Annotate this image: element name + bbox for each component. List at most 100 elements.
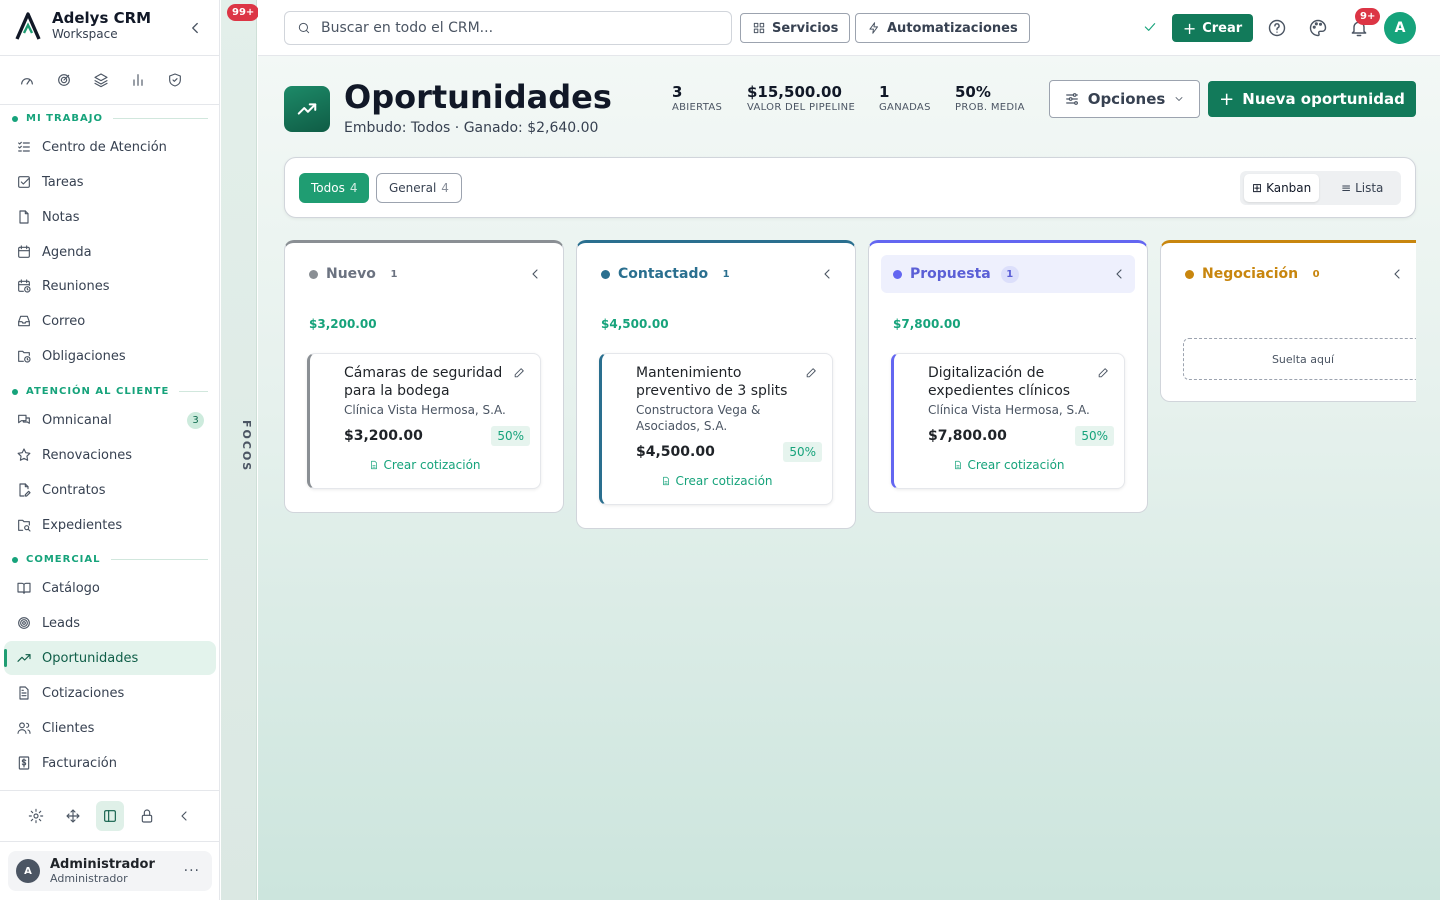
search-input[interactable] (321, 20, 701, 36)
list-icon: ≡ (1341, 181, 1352, 195)
brand[interactable]: Adelys CRM Workspace (14, 10, 151, 42)
settings-icon[interactable] (22, 801, 50, 831)
sidebar-item-renovaciones[interactable]: Renovaciones (4, 438, 216, 472)
card-amount: $7,800.00 (928, 428, 1007, 444)
sidebar-item-tareas[interactable]: Tareas (4, 165, 216, 199)
sidebar-item-leads[interactable]: Leads (4, 606, 216, 640)
bolt-icon (869, 22, 878, 34)
column-count: 1 (1000, 265, 1019, 283)
chevron-left-icon[interactable] (527, 266, 543, 282)
opportunity-card[interactable]: Cámaras de seguridad para la bodega Clín… (307, 353, 541, 489)
main-content: Servicios Automatizaciones +Crear 9+ A O… (258, 0, 1440, 900)
focus-label: FOCOS (240, 420, 253, 473)
calendar-clock-icon (18, 279, 31, 293)
search-box[interactable] (284, 11, 732, 45)
kanban-column-negociacion: Negociación 0 Suelta aquí (1160, 240, 1416, 402)
column-header[interactable]: Propuesta 1 (881, 255, 1135, 293)
chevron-left-icon[interactable] (1111, 266, 1127, 282)
move-icon[interactable] (59, 801, 87, 831)
section-header-atencion-cliente: ATENCIÓN AL CLIENTE (12, 386, 208, 397)
sidebar-item-catalogo[interactable]: Catálogo (4, 571, 216, 605)
automatizaciones-button[interactable]: Automatizaciones (855, 13, 1030, 43)
stat-ganadas: 1 GANADAS (879, 83, 931, 114)
chevron-left-icon[interactable] (819, 266, 835, 282)
sidebar-item-centro-atencion[interactable]: Centro de Atención (4, 130, 216, 164)
card-amount: $4,500.00 (636, 444, 715, 460)
filter-chip-general[interactable]: General 4 (376, 173, 462, 203)
column-header[interactable]: Negociación 0 (1173, 255, 1416, 293)
crear-cotizacion-link[interactable]: Crear cotización (310, 458, 540, 472)
layers-icon[interactable] (92, 70, 110, 90)
avatar: A (16, 859, 40, 883)
avatar[interactable]: A (1384, 12, 1416, 44)
edit-icon[interactable] (805, 366, 818, 379)
kanban-icon: ⊞ (1252, 181, 1263, 195)
folder-search-icon (18, 519, 31, 532)
edit-icon[interactable] (1097, 366, 1110, 379)
shield-check-icon[interactable] (166, 70, 184, 90)
user-name: Administrador (50, 856, 155, 872)
chevron-down-icon (1175, 97, 1183, 101)
document-icon (663, 476, 670, 486)
column-total: $3,200.00 (309, 317, 377, 331)
book-open-icon (17, 582, 31, 594)
sidebar-item-cotizaciones[interactable]: Cotizaciones (4, 676, 216, 710)
crear-cotizacion-link[interactable]: Crear cotización (894, 458, 1124, 472)
column-header[interactable]: Nuevo 1 (297, 255, 551, 293)
opciones-button[interactable]: Opciones (1049, 80, 1200, 118)
kanban-column-nuevo: Nuevo 1 $3,200.00 Cámaras de seguridad p… (284, 240, 564, 513)
calendar-icon (18, 245, 30, 258)
drop-zone[interactable]: Suelta aquí (1183, 338, 1416, 380)
column-total: $4,500.00 (601, 317, 669, 331)
trending-up-icon (297, 103, 317, 115)
target-icon[interactable] (55, 70, 73, 90)
collapse-sidebar-icon[interactable] (186, 19, 204, 37)
panel-icon[interactable] (96, 801, 124, 831)
gauge-icon[interactable] (18, 70, 36, 90)
chevron-left-icon[interactable] (1389, 266, 1405, 282)
nueva-oportunidad-button[interactable]: + Nueva oportunidad (1208, 81, 1416, 117)
view-toggle: ⊞ Kanban ≡ Lista (1240, 171, 1401, 205)
sidebar-item-agenda[interactable]: Agenda (4, 235, 216, 269)
stat-abiertas: 3 ABIERTAS (672, 83, 723, 114)
folder-clock-icon (18, 350, 31, 363)
sidebar-item-oportunidades[interactable]: Oportunidades (4, 641, 216, 675)
sidebar-item-contratos[interactable]: Contratos (4, 473, 216, 507)
document-icon (371, 460, 378, 470)
opportunity-card[interactable]: Mantenimiento preventivo de 3 splits Con… (599, 353, 833, 505)
check-icon (1144, 23, 1156, 31)
view-kanban-button[interactable]: ⊞ Kanban (1244, 174, 1320, 202)
chevron-left-icon[interactable] (170, 801, 198, 831)
help-icon[interactable] (1267, 18, 1287, 38)
users-icon (17, 722, 31, 734)
search-icon (298, 22, 310, 34)
inbox-icon (18, 315, 30, 327)
more-options-icon[interactable]: ··· (184, 863, 200, 879)
sidebar-item-facturacion[interactable]: Facturación (4, 746, 216, 780)
sidebar-item-expedientes[interactable]: Expedientes (4, 508, 216, 542)
view-lista-button[interactable]: ≡ Lista (1333, 174, 1391, 202)
bar-chart-icon[interactable] (129, 70, 147, 90)
focus-badge: 99+ (227, 4, 260, 21)
filter-bar: Todos 4 General 4 ⊞ Kanban ≡ Lista (284, 157, 1416, 218)
servicios-button[interactable]: Servicios (740, 13, 851, 43)
sidebar-item-correo[interactable]: Correo (4, 304, 216, 338)
sidebar-item-notas[interactable]: Notas (4, 200, 216, 234)
user-menu[interactable]: A Administrador Administrador ··· (8, 851, 212, 891)
trending-up-icon (17, 654, 31, 662)
filter-chip-todos[interactable]: Todos 4 (299, 173, 370, 203)
sidebar-item-reuniones[interactable]: Reuniones (4, 269, 216, 303)
card-probability: 50% (783, 442, 822, 462)
edit-icon[interactable] (513, 366, 526, 379)
lock-icon[interactable] (133, 801, 161, 831)
sidebar-item-obligaciones[interactable]: Obligaciones (4, 339, 216, 373)
status-dot (1185, 269, 1194, 279)
focus-panel[interactable]: 99+ FOCOS (221, 0, 260, 900)
column-header[interactable]: Contactado 1 (589, 255, 843, 293)
opportunity-card[interactable]: Digitalización de expedientes clínicos C… (891, 353, 1125, 489)
sidebar-item-omnicanal[interactable]: Omnicanal 3 (4, 403, 216, 437)
sidebar-item-clientes[interactable]: Clientes (4, 711, 216, 745)
palette-icon[interactable] (1308, 18, 1328, 38)
crear-button[interactable]: + Crear (1172, 14, 1253, 42)
crear-cotizacion-link[interactable]: Crear cotización (602, 474, 832, 488)
